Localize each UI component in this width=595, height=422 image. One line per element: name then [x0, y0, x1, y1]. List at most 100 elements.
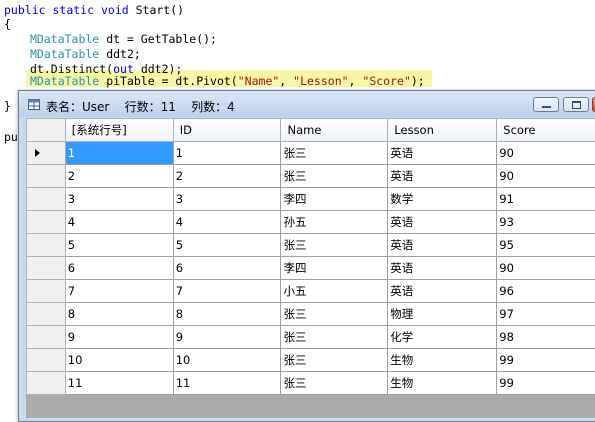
table-row[interactable]: 33李四数学91 — [27, 188, 595, 211]
table-cell[interactable]: 生物 — [388, 349, 497, 372]
table-cell[interactable]: 小五 — [281, 280, 388, 303]
table-row[interactable]: 55张三英语95 — [27, 234, 595, 257]
table-icon — [28, 99, 40, 110]
table-cell[interactable]: 11 — [65, 372, 173, 395]
table-cell[interactable]: 张三 — [281, 349, 388, 372]
table-cell[interactable]: 10 — [65, 349, 173, 372]
table-cell[interactable]: 4 — [65, 211, 173, 234]
table-cell[interactable]: 10 — [173, 349, 281, 372]
column-header[interactable]: Name — [281, 119, 388, 142]
table-cell[interactable]: 98 — [497, 326, 595, 349]
code-text: piTable = dt.Pivot( — [106, 74, 238, 88]
table-cell[interactable]: 96 — [497, 280, 595, 303]
window-titlebar[interactable]: 表名：User 行数：11 列数：4 — [19, 91, 595, 117]
table-row[interactable]: 44孙五英语93 — [27, 211, 595, 234]
minimize-button[interactable] — [533, 97, 559, 112]
table-cell[interactable]: 9 — [173, 326, 281, 349]
table-cell[interactable]: 3 — [65, 188, 173, 211]
table-row[interactable]: 1010张三生物99 — [27, 349, 595, 372]
table-cell[interactable]: 90 — [497, 257, 595, 280]
column-header[interactable]: Score — [497, 119, 595, 142]
data-grid[interactable]: [系统行号] ID Name Lesson Score 11张三英语9022张三… — [26, 118, 595, 418]
table-cell[interactable]: 90 — [497, 165, 595, 188]
row-header[interactable] — [27, 165, 66, 188]
table-cell[interactable]: 英语 — [388, 234, 497, 257]
table-cell[interactable]: 化学 — [388, 326, 497, 349]
table-row[interactable]: 1111张三生物99 — [27, 372, 595, 395]
table-cell[interactable]: 93 — [497, 211, 595, 234]
table-row[interactable]: 11张三英语90 — [27, 142, 595, 165]
maximize-button[interactable] — [563, 97, 589, 112]
table-cell[interactable]: 6 — [173, 257, 281, 280]
code-line-3: MDataTable dt = GetTable(); — [30, 31, 217, 47]
table-cell[interactable]: 9 — [65, 326, 173, 349]
table-cell[interactable]: 99 — [497, 349, 595, 372]
code-line-7: } — [4, 98, 11, 114]
table-cell[interactable]: 英语 — [388, 280, 497, 303]
table-cell[interactable]: 张三 — [281, 372, 388, 395]
table-cell[interactable]: 7 — [173, 280, 281, 303]
column-header[interactable]: ID — [173, 119, 281, 142]
row-header[interactable] — [27, 280, 66, 303]
table-cell[interactable]: 英语 — [388, 211, 497, 234]
table-row[interactable]: 88张三物理97 — [27, 303, 595, 326]
table-cell[interactable]: 5 — [65, 234, 173, 257]
table-cell[interactable]: 张三 — [281, 165, 388, 188]
table-cell[interactable]: 95 — [497, 234, 595, 257]
type-name: MDataTable — [30, 32, 99, 46]
table-cell[interactable]: 张三 — [281, 303, 388, 326]
row-header[interactable] — [27, 372, 66, 395]
table-cell[interactable]: 孙五 — [281, 211, 388, 234]
table-row[interactable]: 99张三化学98 — [27, 326, 595, 349]
table-cell[interactable]: 1 — [65, 142, 173, 165]
row-header[interactable] — [27, 303, 66, 326]
row-header[interactable] — [27, 257, 66, 280]
table-cell[interactable]: 8 — [173, 303, 281, 326]
table-cell[interactable]: 生物 — [388, 372, 497, 395]
table-cell[interactable]: 3 — [173, 188, 281, 211]
table-cell[interactable]: 7 — [65, 280, 173, 303]
table-cell[interactable]: 李四 — [281, 257, 388, 280]
table-cell[interactable]: 11 — [173, 372, 281, 395]
code-text: ); — [411, 74, 425, 88]
row-header-corner[interactable] — [27, 119, 66, 142]
code-text: Start() — [136, 3, 184, 17]
table-cell[interactable]: 英语 — [388, 165, 497, 188]
table-cell[interactable]: 张三 — [281, 142, 388, 165]
table-cell[interactable]: 2 — [65, 165, 173, 188]
table-row[interactable]: 77小五英语96 — [27, 280, 595, 303]
row-header[interactable] — [27, 188, 66, 211]
code-text: dt = GetTable(); — [106, 32, 217, 46]
table-cell[interactable]: 5 — [173, 234, 281, 257]
code-line-2: { — [4, 16, 11, 32]
grid-table: [系统行号] ID Name Lesson Score 11张三英语9022张三… — [26, 118, 595, 395]
table-cell[interactable]: 数学 — [388, 188, 497, 211]
table-cell[interactable]: 李四 — [281, 188, 388, 211]
table-cell[interactable]: 8 — [65, 303, 173, 326]
table-cell[interactable]: 97 — [497, 303, 595, 326]
row-header[interactable] — [27, 234, 66, 257]
keyword: void — [101, 3, 129, 17]
table-cell[interactable]: 张三 — [281, 234, 388, 257]
row-header[interactable] — [27, 349, 66, 372]
datatable-window[interactable]: 表名：User 行数：11 列数：4 [系统行号] ID Name Lesson… — [18, 90, 595, 422]
table-row[interactable]: 66李四英语90 — [27, 257, 595, 280]
row-header[interactable] — [27, 211, 66, 234]
table-cell[interactable]: 2 — [173, 165, 281, 188]
table-cell[interactable]: 6 — [65, 257, 173, 280]
row-header[interactable] — [27, 326, 66, 349]
table-cell[interactable]: 张三 — [281, 326, 388, 349]
column-header[interactable]: [系统行号] — [65, 119, 173, 142]
table-cell[interactable]: 物理 — [388, 303, 497, 326]
type-name: MDataTable — [30, 74, 99, 88]
table-cell[interactable]: 90 — [497, 142, 595, 165]
table-cell[interactable]: 英语 — [388, 257, 497, 280]
table-cell[interactable]: 英语 — [388, 142, 497, 165]
table-row[interactable]: 22张三英语90 — [27, 165, 595, 188]
table-cell[interactable]: 4 — [173, 211, 281, 234]
table-cell[interactable]: 1 — [173, 142, 281, 165]
table-cell[interactable]: 99 — [497, 372, 595, 395]
row-header[interactable] — [27, 142, 66, 165]
table-cell[interactable]: 91 — [497, 188, 595, 211]
column-header[interactable]: Lesson — [388, 119, 497, 142]
